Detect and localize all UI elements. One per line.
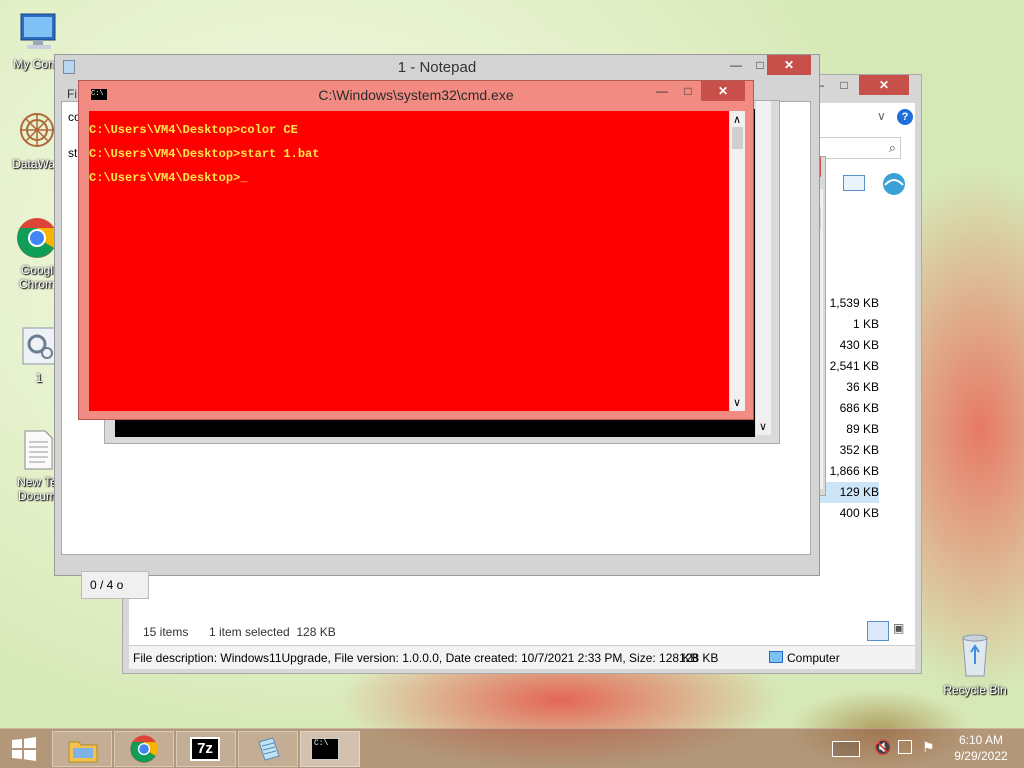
thumbnail-view-icon[interactable]: ▣ [893, 621, 911, 641]
clock[interactable]: 6:10 AM 9/29/2022 [946, 733, 1016, 763]
scrollbar[interactable]: ∧ ∨ [729, 111, 745, 411]
menu-file[interactable]: Fi [67, 87, 77, 101]
file-size-column: 1,539 KB 1 KB 430 KB 2,541 KB 36 KB 686 … [819, 293, 879, 524]
file-size-cell[interactable]: 1,539 KB [819, 293, 879, 314]
clock-time: 6:10 AM [958, 733, 1004, 747]
status-bar: 0 / 4 o [81, 571, 149, 599]
text-line: st [68, 146, 78, 160]
details-location: Computer [787, 651, 840, 665]
recycle-bin-icon [962, 634, 988, 677]
file-size-cell[interactable]: 352 KB [819, 440, 879, 461]
status-text: 0 / 4 o [90, 578, 124, 592]
shell-icon[interactable] [881, 171, 907, 197]
taskbar-file-explorer[interactable] [52, 731, 112, 767]
file-size-cell[interactable]: 400 KB [819, 503, 879, 524]
details-view-icon[interactable] [867, 621, 889, 641]
close-button[interactable]: ✕ [701, 81, 745, 101]
windows-start-icon[interactable] [10, 735, 38, 763]
search-icon: ⌕ [888, 140, 896, 155]
chevron-up-icon[interactable]: ∧ [733, 113, 741, 126]
console-line: C:\Users\VM4\Desktop>color CE [89, 123, 298, 137]
details-size: 128 KB [679, 651, 719, 665]
seven-zip-icon: 7z [190, 737, 220, 761]
status-selection: 1 item selected 128 KB [209, 625, 336, 639]
computer-icon [20, 13, 56, 49]
volume-muted-icon[interactable]: 🔇 [874, 739, 891, 756]
console-output[interactable]: C:\Users\VM4\Desktop>color CE C:\Users\V… [89, 111, 729, 411]
chrome-icon [130, 735, 158, 763]
taskbar-chrome[interactable] [114, 731, 174, 767]
computer-icon [769, 651, 783, 663]
file-size-cell[interactable]: 430 KB [819, 335, 879, 356]
file-size-cell[interactable]: 686 KB [819, 398, 879, 419]
preview-pane-icon[interactable] [843, 175, 865, 191]
maximize-button[interactable]: □ [831, 75, 857, 95]
file-size-cell[interactable]: 1,866 KB [819, 461, 879, 482]
file-size-cell[interactable]: 1 KB [819, 314, 879, 335]
desktop-icon-label: Recycle Bin [943, 683, 1007, 697]
text-document-icon [24, 430, 53, 470]
keyboard-icon[interactable] [832, 741, 860, 757]
chrome-icon [17, 218, 58, 258]
window-title: 1 - Notepad [397, 59, 477, 76]
notepad-icon [258, 737, 280, 761]
clock-date: 9/29/2022 [954, 749, 1008, 763]
search-box[interactable]: ⌕ [817, 137, 901, 159]
file-size-cell[interactable]: 36 KB [819, 377, 879, 398]
file-size-cell[interactable]: 89 KB [819, 419, 879, 440]
scrollbar[interactable]: ∨ [755, 101, 771, 435]
help-icon[interactable]: ? [897, 109, 913, 125]
taskbar-command-prompt[interactable]: C:\ [300, 731, 360, 767]
cmd-icon: C:\ [311, 738, 339, 760]
minimize-button[interactable]: — [723, 55, 749, 75]
desktop-icon-recycle-bin[interactable]: Recycle Bin [938, 630, 1012, 697]
taskbar-7zip[interactable]: 7z [176, 731, 236, 767]
chevron-down-icon[interactable]: ∨ [877, 109, 886, 123]
taskbar-notepad[interactable] [238, 731, 298, 767]
console-line: C:\Users\VM4\Desktop>start 1.bat [89, 147, 320, 161]
file-size-cell-selected[interactable]: 129 KB [819, 482, 879, 503]
folder-icon [68, 741, 98, 763]
status-item-count: 15 items [143, 625, 189, 639]
maximize-button[interactable]: □ [675, 81, 701, 101]
chevron-down-icon[interactable]: ∨ [733, 396, 741, 409]
details-text: File description: Windows11Upgrade, File… [133, 651, 699, 665]
close-button[interactable]: ✕ [767, 55, 811, 75]
taskbar: 7z C:\ 🔇 ⚑ 6:10 AM 9/29/2022 [0, 728, 1024, 768]
close-button[interactable]: ✕ [859, 75, 909, 95]
network-icon[interactable] [898, 740, 912, 754]
command-prompt-window[interactable]: C:\ C:\Windows\system32\cmd.exe — □ ✕ C:… [78, 80, 754, 420]
details-bar: File description: Windows11Upgrade, File… [129, 645, 915, 669]
file-size-cell[interactable]: 2,541 KB [819, 356, 879, 377]
chevron-down-icon[interactable]: ∨ [759, 420, 767, 433]
datawagon-icon [20, 113, 54, 147]
action-center-flag-icon[interactable]: ⚑ [922, 739, 935, 756]
minimize-button[interactable]: — [649, 81, 675, 101]
console-line: C:\Users\VM4\Desktop>_ [89, 171, 248, 185]
